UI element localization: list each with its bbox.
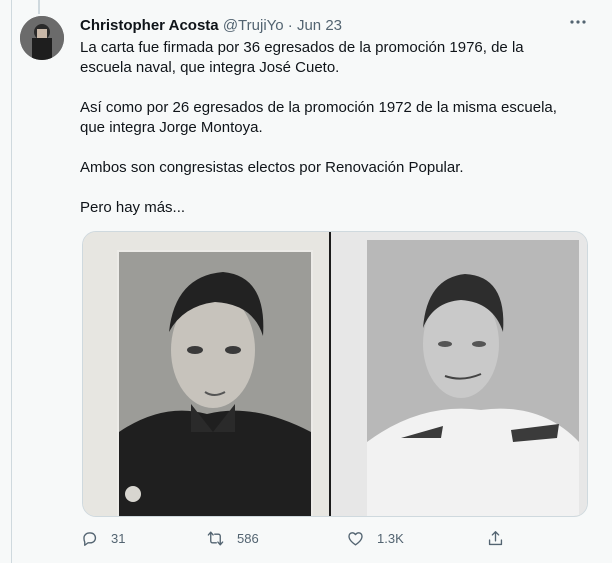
reply-icon [83, 531, 97, 546]
separator-dot: · [287, 17, 293, 34]
share-icon [488, 530, 503, 545]
retweet-icon [207, 530, 224, 546]
author-handle[interactable]: @TrujiYo [223, 17, 284, 34]
retweet-count: 586 [237, 530, 259, 546]
tweet-actions: 31 586 1.3K [80, 526, 520, 550]
author-name[interactable]: Christopher Acosta [80, 17, 219, 34]
right-photo[interactable] [331, 232, 587, 516]
like-count: 1.3K [377, 530, 404, 546]
tweet-paragraph-2: Así como por 26 egresados de la promoció… [80, 99, 557, 136]
share-button[interactable] [486, 526, 517, 550]
heart-icon [348, 531, 363, 546]
tweet-paragraph-1: La carta fue firmada por 36 egresados de… [80, 39, 524, 76]
avatar[interactable] [20, 16, 64, 60]
tweet[interactable]: Christopher Acosta @TrujiYo · Jun 23 La … [0, 0, 612, 563]
tweet-date[interactable]: Jun 23 [297, 17, 342, 34]
tweet-paragraph-4: Pero hay más... [80, 199, 186, 216]
left-photo[interactable] [83, 232, 329, 516]
reply-button[interactable]: 31 [80, 526, 125, 550]
like-button[interactable]: 1.3K [346, 526, 404, 550]
tweet-paragraph-3: Ambos son congresistas electos por Renov… [80, 159, 464, 176]
tweet-media[interactable] [82, 231, 588, 517]
more-horizontal-icon[interactable] [566, 12, 590, 36]
retweet-button[interactable]: 586 [206, 526, 259, 550]
tweet-header: Christopher Acosta @TrujiYo · Jun 23 [80, 16, 342, 36]
reply-count: 31 [111, 530, 126, 546]
